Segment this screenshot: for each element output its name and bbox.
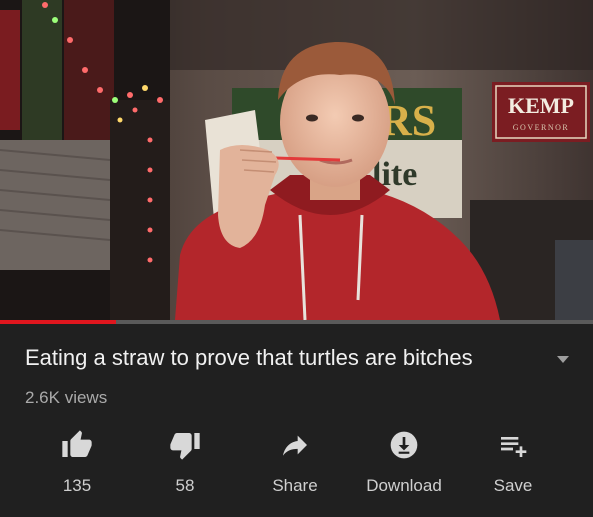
- save-button[interactable]: Save: [458, 427, 568, 507]
- youtube-mobile-screen: RS lite KEMP GOVERNOR Eating a straw to …: [0, 0, 593, 517]
- dislike-count: 58: [175, 476, 195, 495]
- save-label: Save: [493, 476, 533, 495]
- share-label: Share: [272, 476, 318, 495]
- download-label: Download: [366, 476, 442, 495]
- like-button[interactable]: 135: [22, 427, 132, 507]
- video-frame: RS lite KEMP GOVERNOR: [0, 0, 593, 320]
- thumbs-up-icon: [59, 427, 95, 463]
- poster-governor-text: GOVERNOR: [513, 123, 569, 132]
- video-info-panel: Eating a straw to prove that turtles are…: [0, 324, 593, 517]
- dislike-button[interactable]: 58: [130, 427, 240, 507]
- video-title: Eating a straw to prove that turtles are…: [25, 345, 473, 370]
- download-icon: [386, 427, 422, 463]
- title-row[interactable]: Eating a straw to prove that turtles are…: [25, 344, 573, 372]
- video-player[interactable]: RS lite KEMP GOVERNOR: [0, 0, 593, 320]
- download-button[interactable]: Download: [349, 427, 459, 507]
- poster-kemp-text: KEMP: [508, 93, 574, 118]
- view-count: 2.6K views: [25, 388, 108, 407]
- chevron-down-icon[interactable]: [557, 355, 569, 363]
- action-bar: 135 58 Share Download Save: [0, 427, 593, 507]
- thumbs-down-icon: [167, 427, 203, 463]
- save-playlist-icon: [495, 427, 531, 463]
- share-button[interactable]: Share: [240, 427, 350, 507]
- share-icon: [277, 427, 313, 463]
- like-count: 135: [62, 476, 92, 495]
